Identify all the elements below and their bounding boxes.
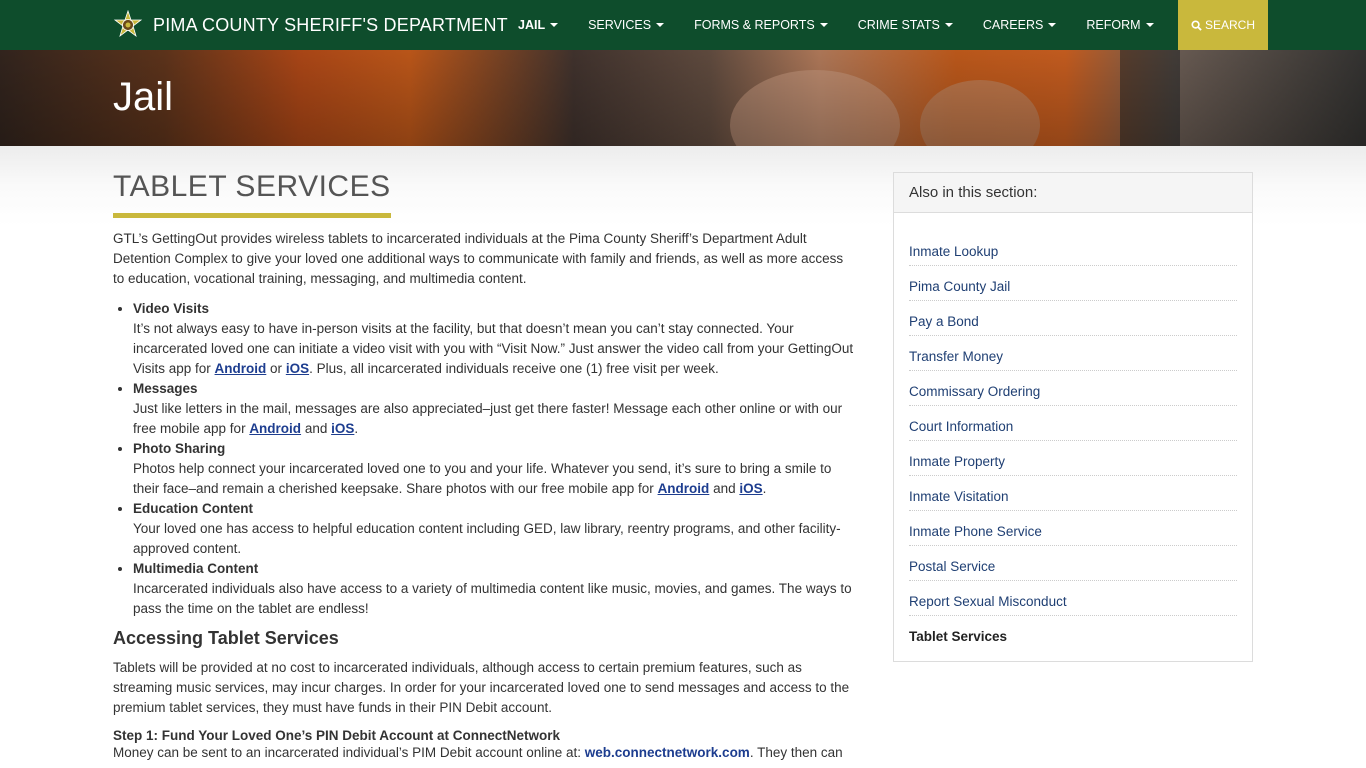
- nav-careers-label: CAREERS: [982, 18, 1044, 32]
- caret-down-icon: [819, 23, 828, 27]
- hero-overlay: [0, 50, 1366, 146]
- hero-banner: Jail: [0, 50, 1366, 146]
- sidebar-item-inmate-visitation: Inmate Visitation: [909, 476, 1237, 511]
- sidebar-item-inmate-lookup: Inmate Lookup: [909, 231, 1237, 266]
- sheriff-star-badge-icon: [113, 9, 143, 40]
- nav-reform[interactable]: REFORM: [1071, 0, 1168, 50]
- feature-text: Just like letters in the mail, messages …: [133, 401, 843, 436]
- sidebar-list: Inmate Lookup Pima County Jail Pay a Bon…: [894, 213, 1252, 651]
- sidebar-item-commissary-ordering: Commissary Ordering: [909, 371, 1237, 406]
- step1-paragraph: Money can be sent to an incarcerated ind…: [113, 743, 858, 763]
- feature-title: Messages: [133, 381, 198, 396]
- list-item: Education Content Your loved one has acc…: [133, 499, 858, 559]
- main-content: TABLET SERVICES GTL’s GettingOut provide…: [113, 170, 858, 763]
- sidebar-link[interactable]: Postal Service: [909, 559, 995, 574]
- step1-text: . They then can: [749, 745, 843, 760]
- search-icon: [1191, 19, 1202, 31]
- android-link[interactable]: Android: [658, 481, 710, 496]
- connectnetwork-link[interactable]: web.connectnetwork.com: [585, 745, 750, 760]
- feature-text: .: [354, 421, 359, 436]
- sidebar-link-current[interactable]: Tablet Services: [909, 629, 1007, 644]
- sidebar-item-tablet-services: Tablet Services: [909, 616, 1237, 651]
- page-title: TABLET SERVICES: [113, 170, 391, 218]
- feature-text: and: [301, 421, 332, 436]
- sidebar-link[interactable]: Pima County Jail: [909, 279, 1010, 294]
- android-link[interactable]: Android: [215, 361, 267, 376]
- sidebar-item-court-information: Court Information: [909, 406, 1237, 441]
- nav-crime-stats[interactable]: CRIME STATS: [843, 0, 968, 50]
- accessing-heading: Accessing Tablet Services: [113, 628, 339, 648]
- sidebar-link[interactable]: Inmate Property: [909, 454, 1005, 469]
- sidebar-link[interactable]: Pay a Bond: [909, 314, 979, 329]
- feature-text: and: [709, 481, 740, 496]
- caret-down-icon: [656, 23, 665, 27]
- sidebar-item-pay-a-bond: Pay a Bond: [909, 301, 1237, 336]
- sidebar-item-inmate-property: Inmate Property: [909, 441, 1237, 476]
- feature-text: or: [266, 361, 286, 376]
- ios-link[interactable]: iOS: [739, 481, 762, 496]
- sidebar-link[interactable]: Inmate Phone Service: [909, 524, 1042, 539]
- caret-down-icon: [944, 23, 953, 27]
- feature-title: Video Visits: [133, 301, 210, 316]
- nav-forms-reports-label: FORMS & REPORTS: [694, 18, 815, 32]
- caret-down-icon: [550, 23, 559, 27]
- feature-title: Education Content: [133, 501, 253, 516]
- feature-text: .: [762, 481, 767, 496]
- sidebar-item-inmate-phone-service: Inmate Phone Service: [909, 511, 1237, 546]
- sidebar-item-postal-service: Postal Service: [909, 546, 1237, 581]
- search-button[interactable]: SEARCH: [1178, 0, 1268, 50]
- sidebar-link[interactable]: Report Sexual Misconduct: [909, 594, 1067, 609]
- top-navbar: PIMA COUNTY SHERIFF'S DEPARTMENT JAIL SE…: [0, 0, 1366, 50]
- sidebar-link[interactable]: Court Information: [909, 419, 1013, 434]
- ios-link[interactable]: iOS: [286, 361, 309, 376]
- hero-title: Jail: [113, 75, 174, 119]
- intro-paragraph: GTL’s GettingOut provides wireless table…: [113, 231, 844, 286]
- list-item: Messages Just like letters in the mail, …: [133, 379, 858, 439]
- section-sidebar: Also in this section: Inmate Lookup Pima…: [893, 172, 1253, 662]
- feature-title: Photo Sharing: [133, 441, 226, 456]
- feature-text: Your loved one has access to helpful edu…: [133, 521, 841, 556]
- step1-text: Money can be sent to an incarcerated ind…: [113, 745, 585, 760]
- sidebar-item-transfer-money: Transfer Money: [909, 336, 1237, 371]
- sidebar-link[interactable]: Commissary Ordering: [909, 384, 1040, 399]
- caret-down-icon: [1048, 23, 1057, 27]
- nav-forms-reports[interactable]: FORMS & REPORTS: [679, 0, 843, 50]
- sidebar-link[interactable]: Transfer Money: [909, 349, 1003, 364]
- main-nav: JAIL SERVICES FORMS & REPORTS CRIME STAT…: [503, 0, 1169, 50]
- list-item: Multimedia Content Incarcerated individu…: [133, 559, 858, 619]
- feature-text: . Plus, all incarcerated individuals rec…: [309, 361, 719, 376]
- brand-title: PIMA COUNTY SHERIFF'S DEPARTMENT: [153, 14, 508, 35]
- nav-careers[interactable]: CAREERS: [968, 0, 1071, 50]
- sidebar-link[interactable]: Inmate Lookup: [909, 244, 998, 259]
- nav-jail[interactable]: JAIL: [503, 0, 573, 50]
- sidebar-item-pima-county-jail: Pima County Jail: [909, 266, 1237, 301]
- features-list: Video Visits It’s not always easy to hav…: [133, 299, 858, 619]
- sidebar-link[interactable]: Inmate Visitation: [909, 489, 1009, 504]
- sidebar-heading: Also in this section:: [894, 173, 1252, 213]
- list-item: Photo Sharing Photos help connect your i…: [133, 439, 858, 499]
- list-item: Video Visits It’s not always easy to hav…: [133, 299, 858, 379]
- accessing-paragraph: Tablets will be provided at no cost to i…: [113, 660, 850, 715]
- brand-home-link[interactable]: PIMA COUNTY SHERIFF'S DEPARTMENT: [113, 9, 508, 40]
- feature-title: Multimedia Content: [133, 561, 259, 576]
- ios-link[interactable]: iOS: [331, 421, 354, 436]
- nav-jail-label: JAIL: [518, 18, 546, 32]
- feature-text: Incarcerated individuals also have acces…: [133, 581, 852, 616]
- caret-down-icon: [1145, 23, 1154, 27]
- sidebar-item-report-sexual-misconduct: Report Sexual Misconduct: [909, 581, 1237, 616]
- nav-services[interactable]: SERVICES: [573, 0, 679, 50]
- nav-services-label: SERVICES: [588, 18, 652, 32]
- step1-heading: Step 1: Fund Your Loved One’s PIN Debit …: [113, 728, 561, 743]
- android-link[interactable]: Android: [249, 421, 301, 436]
- nav-reform-label: REFORM: [1086, 18, 1141, 32]
- search-button-label: SEARCH: [1204, 18, 1255, 32]
- nav-crime-stats-label: CRIME STATS: [857, 18, 940, 32]
